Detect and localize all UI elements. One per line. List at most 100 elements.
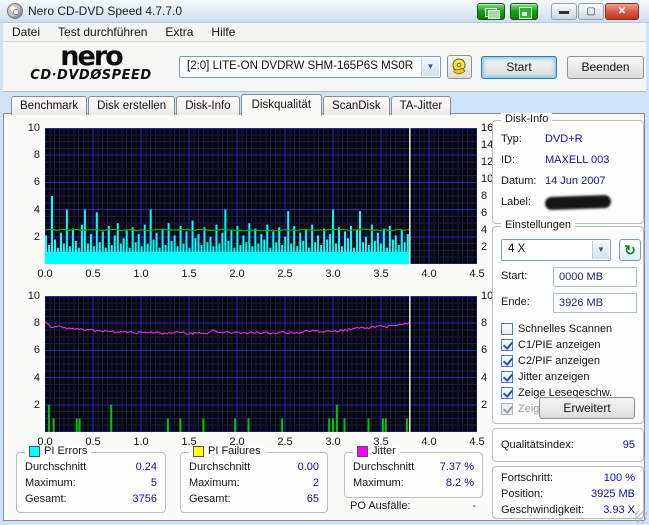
tab-strip: Benchmark Disk erstellen Disk-Info Diskq… [11,94,452,115]
checkbox[interactable] [501,387,513,399]
checkbox-jitter: Jitter anzeigen [501,369,590,384]
eject-button[interactable] [447,55,472,79]
quality-index-row: Qualitätsindex: 95 [493,429,643,461]
capture-copy-button[interactable] [477,3,505,20]
menu-extra[interactable]: Extra [156,25,202,39]
jitter-box: Jitter Durchschnitt7.37 % Maximum:8.2 % [344,452,483,498]
po-failures-row: PO Ausfälle: - [350,500,476,512]
axis-tick-label: 6 [14,176,40,188]
pi-errors-color-swatch [29,446,40,457]
nero-logo: nero CD·DVDØSPEED [15,44,167,83]
pi-errors-box: PI Errors Durchschnitt0.24 Maximum:5 Ges… [16,452,166,513]
disk-info-box: Disk-Info Typ: DVD+R ID: MAXELL 003 Datu… [492,120,644,224]
axis-tick-label: 1.0 [128,436,154,448]
settings-title: Einstellungen [501,219,575,231]
chevron-down-icon[interactable]: ▼ [421,58,439,76]
start-field[interactable] [553,267,637,287]
end-field-label: Ende: [501,296,530,308]
quit-button[interactable]: Beenden [567,56,644,79]
speed-select[interactable]: 4 X ▼ [501,239,611,261]
jitter-color-swatch [357,446,368,457]
position-row: Position: 3925 MB [493,486,643,502]
start-field-row: Start: [501,267,637,287]
start-field-label: Start: [501,270,527,282]
end-field-row: Ende: [501,293,637,313]
disk-info-row-id: ID: MAXELL 003 [493,150,643,171]
save-icon [519,7,532,19]
axis-tick-label: 8 [14,149,40,161]
axis-tick-label: 2 [14,399,40,411]
checkbox-c2-pif: C2/PIF anzeigen [501,353,600,368]
checkbox-fast-scan: Schnelles Scannen [501,321,612,336]
drive-selector[interactable]: [2:0] LITE-ON DVDRW SHM-165P6S MS0R ▼ [179,56,441,78]
pi-failures-box: PI Failures Durchschnitt0.00 Maximum:2 G… [180,452,328,513]
menu-bar: Datei Test durchführen Extra Hilfe [3,23,646,42]
checkbox[interactable] [501,323,513,335]
jitter-chart [45,296,477,432]
window-title: Nero CD-DVD Speed 4.7.7.0 [28,4,182,18]
progress-box: Fortschritt: 100 % Position: 3925 MB Ges… [492,466,644,519]
maximize-button[interactable]: ▢ [578,3,604,20]
checkbox[interactable] [501,339,513,351]
axis-tick-label: 3.5 [368,268,394,280]
menu-datei[interactable]: Datei [3,25,49,39]
axis-tick-label: 2.0 [224,268,250,280]
axis-tick-label: 3.0 [320,436,346,448]
checkbox-c1-pie: C1/PIE anzeigen [501,337,601,352]
disk-info-row-typ: Typ: DVD+R [493,129,643,150]
checkbox[interactable] [501,355,513,367]
menu-test-durchfuehren[interactable]: Test durchführen [49,25,156,39]
axis-tick-label: 3.0 [320,268,346,280]
drive-selector-value: [2:0] LITE-ON DVDRW SHM-165P6S MS0R [187,60,413,72]
checkbox[interactable] [501,371,513,383]
title-bar: Nero CD-DVD Speed 4.7.7.0 ▬ ▢ ✕ [0,0,649,23]
disk-info-row-label: Label: [493,192,643,213]
pi-errors-chart [45,128,477,264]
axis-tick-label: 2.5 [272,436,298,448]
speed-select-value: 4 X [508,243,525,255]
minimize-button[interactable]: ▬ [551,3,577,20]
pi-failures-color-swatch [193,446,204,457]
tab-benchmark[interactable]: Benchmark [11,96,87,115]
axis-tick-label: 1.5 [176,268,202,280]
menu-hilfe[interactable]: Hilfe [202,25,244,39]
axis-tick-label: 4.0 [416,268,442,280]
axis-tick-label: 8 [14,317,40,329]
start-button[interactable]: Start [481,56,557,79]
quality-index-box: Qualitätsindex: 95 [492,428,644,462]
app-icon [7,3,23,19]
axis-tick-label: 4 [14,204,40,216]
eject-disc-icon [450,57,470,77]
capture-save-button[interactable] [510,3,538,20]
tab-disk-info[interactable]: Disk-Info [176,96,239,115]
quality-index-value: 95 [623,429,635,461]
pi-errors-legend: PI Errors [25,445,91,457]
tab-diskqualitaet[interactable]: Diskqualität [241,94,322,116]
chevron-down-icon[interactable]: ▼ [592,241,609,259]
axis-tick-label: 10 [14,122,40,134]
axis-tick-label: 0.0 [32,268,58,280]
axis-tick-label: 2 [14,231,40,243]
resize-grip[interactable] [635,511,647,523]
settings-box: Einstellungen 4 X ▼ ↻ Start: Ende: Schne… [492,226,644,424]
checkbox [501,403,513,415]
refresh-button[interactable]: ↻ [619,239,641,261]
jitter-legend: Jitter [353,445,400,457]
tab-disk-erstellen[interactable]: Disk erstellen [88,96,175,115]
advanced-button[interactable]: Erweitert [539,397,635,419]
disk-info-title: Disk-Info [501,113,552,125]
axis-tick-label: 0.5 [80,268,106,280]
axis-tick-label: 4 [14,372,40,384]
disk-info-row-datum: Datum: 14 Jun 2007 [493,171,643,192]
axis-tick-label: 1.0 [128,268,154,280]
pi-failures-legend: PI Failures [189,445,265,457]
axis-tick-label: 4.0 [416,436,442,448]
axis-tick-label: 6 [14,344,40,356]
speed-row: Geschwindigkeit: 3.93 X [493,502,643,518]
close-button[interactable]: ✕ [605,3,639,20]
progress-row: Fortschritt: 100 % [493,470,643,486]
tab-scandisk[interactable]: ScanDisk [323,96,390,115]
redacted-label [545,195,611,210]
tab-ta-jitter[interactable]: TA-Jitter [391,96,452,115]
end-field[interactable] [553,293,637,313]
